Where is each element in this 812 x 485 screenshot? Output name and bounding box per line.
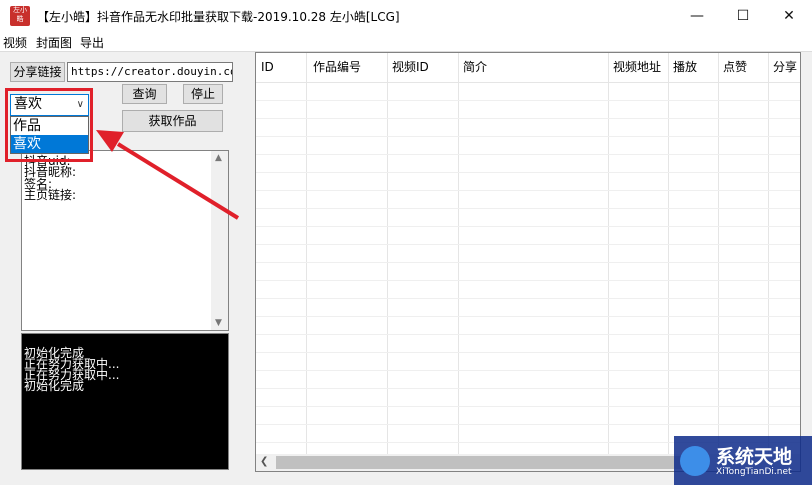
scroll-thumb[interactable] (276, 456, 706, 469)
globe-icon (680, 446, 710, 476)
row-divider (256, 298, 800, 299)
title-bar: 左小皓 【左小皓】抖音作品无水印批量获取下载-2019.10.28 左小皓[LC… (0, 0, 812, 32)
row-divider (256, 334, 800, 335)
query-button[interactable]: 查询 (122, 84, 167, 104)
scroll-left-icon[interactable]: ❮ (260, 456, 268, 467)
row-divider (256, 190, 800, 191)
maximize-button[interactable]: ☐ (720, 0, 766, 32)
highlight-box (5, 88, 93, 162)
close-button[interactable]: ✕ (766, 0, 812, 32)
stop-button[interactable]: 停止 (183, 84, 223, 104)
row-divider (256, 406, 800, 407)
info-scrollbar[interactable]: ▲ ▼ (211, 151, 228, 330)
watermark-url: XiTongTianDi.net (716, 467, 792, 477)
row-divider (256, 370, 800, 371)
column-header-id[interactable]: ID (256, 53, 306, 82)
column-header-video-url[interactable]: 视频地址 (608, 53, 668, 82)
menu-cover[interactable]: 封面图 (36, 34, 72, 51)
column-header-likes[interactable]: 点赞 (718, 53, 768, 82)
column-header-work-number[interactable]: 作品编号 (308, 53, 386, 82)
row-divider (256, 388, 800, 389)
row-divider (256, 118, 800, 119)
user-info-panel[interactable]: 抖音uid: 抖音昵称: 签名: 主页链接: ▲ ▼ (21, 150, 229, 331)
fetch-works-button[interactable]: 获取作品 (122, 110, 223, 132)
row-divider (256, 136, 800, 137)
header-divider (256, 82, 800, 83)
menu-video[interactable]: 视频 (3, 34, 27, 51)
menu-bar: 视频 封面图 导出 (0, 32, 812, 51)
row-divider (256, 262, 800, 263)
row-divider (256, 316, 800, 317)
info-homepage: 主页链接: (24, 188, 77, 202)
scroll-down-icon[interactable]: ▼ (215, 318, 222, 328)
row-divider (256, 280, 800, 281)
row-divider (256, 352, 800, 353)
column-header-video-id[interactable]: 视频ID (387, 53, 457, 82)
scroll-up-icon[interactable]: ▲ (215, 153, 222, 163)
menu-export[interactable]: 导出 (80, 34, 104, 51)
column-header-shares[interactable]: 分享 (768, 53, 800, 82)
row-divider (256, 244, 800, 245)
window-title: 【左小皓】抖音作品无水印批量获取下载-2019.10.28 左小皓[LCG] (37, 10, 400, 24)
site-watermark: 系统天地 XiTongTianDi.net (674, 436, 812, 485)
row-divider (256, 424, 800, 425)
watermark-title: 系统天地 (716, 446, 793, 468)
log-line: 初始化完成 (24, 379, 85, 393)
row-divider (256, 208, 800, 209)
row-divider (256, 154, 800, 155)
column-header-intro[interactable]: 简介 (458, 53, 608, 82)
row-divider (256, 100, 800, 101)
row-divider (256, 226, 800, 227)
column-header-plays[interactable]: 播放 (668, 53, 718, 82)
row-divider (256, 172, 800, 173)
url-input[interactable]: https://creator.douyin.com/ (67, 62, 233, 82)
app-icon: 左小皓 (10, 6, 30, 26)
results-table[interactable]: ID 作品编号 视频ID 简介 视频地址 播放 点赞 分享 ❮ (255, 52, 801, 472)
minimize-button[interactable]: — (674, 0, 720, 32)
log-panel: 初始化完成 正在努力获取中... 正在努力获取中... 初始化完成 (21, 333, 229, 470)
share-link-button[interactable]: 分享链接 (10, 62, 65, 82)
